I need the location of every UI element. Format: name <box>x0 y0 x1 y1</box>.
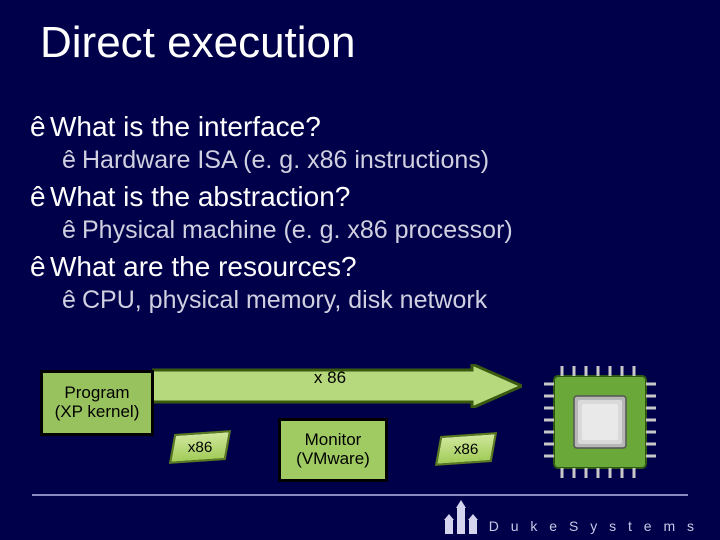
footer-brand-text: D u k e S y s t e m s <box>489 518 698 534</box>
bullet-lvl2: êCPU, physical memory, disk network <box>62 286 700 315</box>
diagram: x 86 Program (XP kernel) Monitor (VMware… <box>0 358 720 496</box>
x86-tag: x86 <box>435 432 497 466</box>
bullet-lvl1: êWhat is the interface? <box>30 111 700 143</box>
bullet-icon: ê <box>62 146 82 175</box>
processor-chip-icon <box>540 362 660 482</box>
bullet-lvl2: êHardware ISA (e. g. x86 instructions) <box>62 146 700 175</box>
bullet-lvl2: êPhysical machine (e. g. x86 processor) <box>62 216 700 245</box>
monitor-box: Monitor (VMware) <box>278 418 388 482</box>
x86-tag: x86 <box>169 430 231 464</box>
bullet-icon: ê <box>62 216 82 245</box>
slide: Direct execution êWhat is the interface?… <box>0 0 720 540</box>
x86-tag-text: x86 <box>454 441 479 458</box>
bullet-text: Hardware ISA (e. g. x86 instructions) <box>82 146 489 174</box>
footer-brand: D u k e S y s t e m s <box>441 500 698 534</box>
bullet-text: What is the interface? <box>50 111 321 142</box>
bullet-icon: ê <box>30 251 50 283</box>
chapel-icon <box>441 500 481 534</box>
bullet-text: What is the abstraction? <box>50 181 350 212</box>
bullet-lvl1: êWhat are the resources? <box>30 251 700 283</box>
bullet-text: CPU, physical memory, disk network <box>82 286 487 314</box>
bullet-list: êWhat is the interface? êHardware ISA (e… <box>30 105 700 319</box>
program-box-text: Program (XP kernel) <box>55 384 140 421</box>
bullet-text: What are the resources? <box>50 251 357 282</box>
monitor-box-text: Monitor (VMware) <box>296 431 370 468</box>
program-box: Program (XP kernel) <box>40 370 154 436</box>
bullet-icon: ê <box>30 111 50 143</box>
footer-divider <box>32 494 688 496</box>
bullet-lvl1: êWhat is the abstraction? <box>30 181 700 213</box>
bullet-icon: ê <box>62 286 82 315</box>
bullet-icon: ê <box>30 181 50 213</box>
arrow-label: x 86 <box>300 368 360 388</box>
x86-tag-text: x86 <box>188 439 213 456</box>
slide-title: Direct execution <box>40 18 355 68</box>
bullet-text: Physical machine (e. g. x86 processor) <box>82 216 513 244</box>
